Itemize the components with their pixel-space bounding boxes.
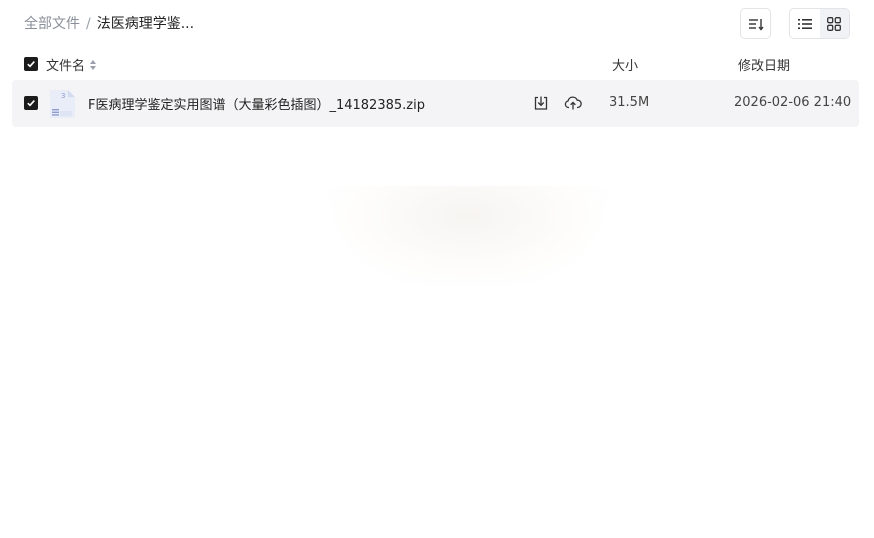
check-icon	[27, 100, 35, 107]
empty-area-shadow	[328, 186, 608, 286]
column-header-date[interactable]: 修改日期	[738, 55, 790, 74]
download-icon	[534, 96, 548, 110]
sort-lines-icon	[748, 18, 764, 31]
cloud-upload-icon	[564, 96, 582, 110]
column-header-size[interactable]: 大小	[612, 55, 638, 74]
list-view-button[interactable]	[790, 9, 820, 38]
select-all-checkbox[interactable]	[24, 57, 38, 71]
check-icon	[27, 61, 35, 68]
breadcrumb-root-link[interactable]: 全部文件	[24, 14, 80, 34]
sort-button[interactable]	[740, 8, 771, 39]
file-name[interactable]: F医病理学鉴定实用图谱（大量彩色插图）_14182385.zip	[88, 94, 425, 113]
column-header-name[interactable]: 文件名	[46, 55, 97, 74]
view-toggle	[789, 8, 850, 39]
sort-caret-icon	[89, 59, 97, 71]
cloud-save-button[interactable]	[564, 94, 582, 112]
column-name-label: 文件名	[46, 59, 86, 74]
file-list-header: 文件名 大小 修改日期	[0, 48, 874, 80]
download-button[interactable]	[532, 94, 550, 112]
grid-view-button[interactable]	[819, 9, 849, 38]
file-row-checkbox[interactable]	[24, 96, 38, 110]
top-bar: 全部文件 / 法医病理学鉴...	[0, 0, 874, 48]
breadcrumb-current-folder: 法医病理学鉴...	[96, 16, 195, 32]
zip-archive-icon: 3	[47, 89, 77, 119]
breadcrumb-separator: /	[86, 16, 91, 32]
file-size: 31.5M	[609, 95, 650, 110]
svg-text:3: 3	[61, 92, 65, 100]
list-view-icon	[797, 18, 812, 29]
breadcrumb: 全部文件 / 法医病理学鉴...	[24, 14, 194, 34]
file-row[interactable]: 3 F医病理学鉴定实用图谱（大量彩色插图）_14182385.zip 31.5M…	[12, 80, 859, 127]
file-modified-date: 2026-02-06 21:40	[734, 95, 852, 110]
grid-view-icon	[827, 16, 842, 31]
